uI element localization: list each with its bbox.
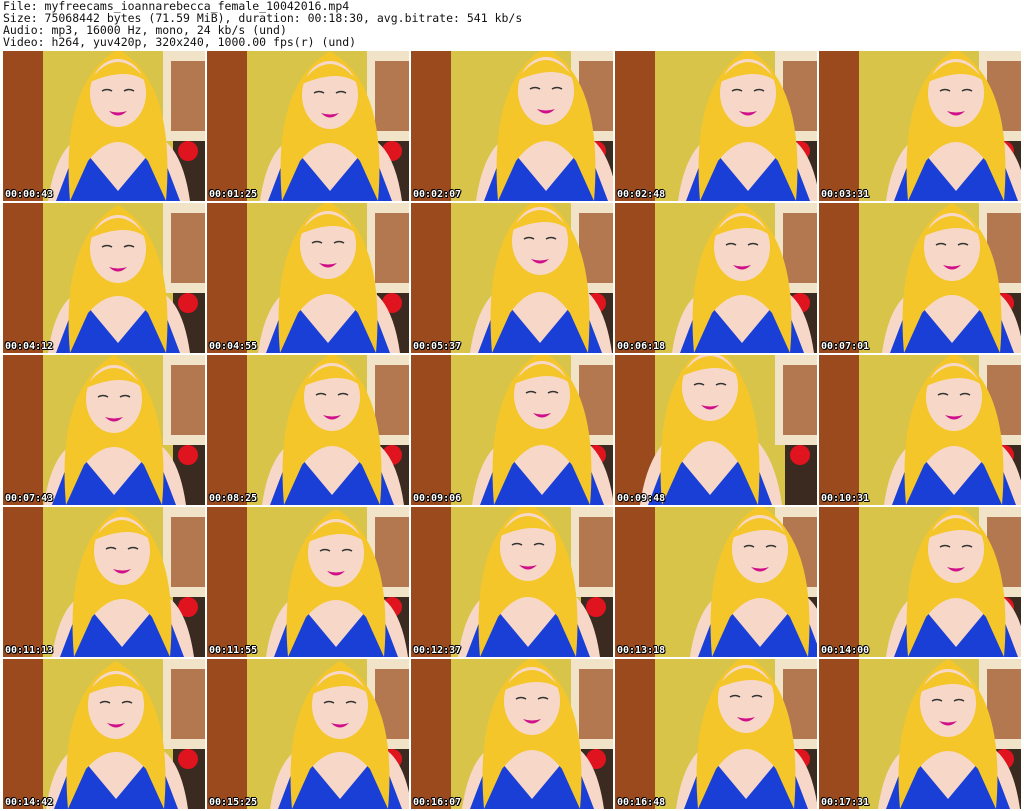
thumbnail-timestamp: 00:10:31 (821, 493, 870, 504)
video-thumbnail: 00:09:06 (411, 355, 613, 505)
thumbnail-timestamp: 00:14:42 (5, 797, 54, 808)
thumbnail-timestamp: 00:02:07 (413, 189, 462, 200)
thumbnail-frame (819, 659, 1021, 809)
video-thumbnail: 00:07:43 (3, 355, 205, 505)
thumbnail-timestamp: 00:17:31 (821, 797, 870, 808)
video-info-line: Video: h264, yuv420p, 320x240, 1000.00 f… (3, 35, 357, 49)
video-thumbnail: 00:03:31 (819, 51, 1021, 201)
thumbnail-timestamp: 00:15:25 (209, 797, 258, 808)
thumbnail-grid: 00:00:43 00:01:25 00:02:07 00:02:48 00:03:31… (3, 51, 1021, 809)
video-thumbnail: 00:14:42 (3, 659, 205, 809)
thumbnail-frame (411, 507, 613, 657)
thumbnail-timestamp: 00:00:43 (5, 189, 54, 200)
video-thumbnail: 00:16:07 (411, 659, 613, 809)
thumbnail-frame (615, 203, 817, 353)
thumbnail-timestamp: 00:07:01 (821, 341, 870, 352)
thumbnail-frame (819, 51, 1021, 201)
thumbnail-frame (411, 51, 613, 201)
thumbnail-frame (411, 659, 613, 809)
thumbnail-frame (615, 659, 817, 809)
thumbnail-timestamp: 00:11:13 (5, 645, 54, 656)
thumbnail-frame (819, 355, 1021, 505)
video-thumbnail: 00:12:37 (411, 507, 613, 657)
thumbnail-timestamp: 00:14:00 (821, 645, 870, 656)
file-info-header: File: myfreecams_ioannarebecca_female_10… (0, 0, 1024, 50)
thumbnail-frame (3, 355, 205, 505)
thumbnail-frame (3, 507, 205, 657)
video-thumbnail: 00:05:37 (411, 203, 613, 353)
thumbnail-frame (3, 659, 205, 809)
video-thumbnail: 00:08:25 (207, 355, 409, 505)
video-thumbnail: 00:04:12 (3, 203, 205, 353)
thumbnail-frame (207, 355, 409, 505)
video-thumbnail: 00:09:48 (615, 355, 817, 505)
thumbnail-timestamp: 00:05:37 (413, 341, 462, 352)
video-thumbnail: 00:11:13 (3, 507, 205, 657)
thumbnail-timestamp: 00:04:55 (209, 341, 258, 352)
video-thumbnail: 00:15:25 (207, 659, 409, 809)
thumbnail-timestamp: 00:09:48 (617, 493, 666, 504)
video-thumbnail: 00:13:18 (615, 507, 817, 657)
thumbnail-frame (411, 203, 613, 353)
video-thumbnail: 00:11:55 (207, 507, 409, 657)
video-thumbnail: 00:00:43 (3, 51, 205, 201)
thumbnail-frame (207, 659, 409, 809)
thumbnail-frame (615, 355, 817, 505)
thumbnail-frame (3, 203, 205, 353)
video-thumbnail: 00:02:48 (615, 51, 817, 201)
thumbnail-timestamp: 00:04:12 (5, 341, 54, 352)
thumbnail-frame (819, 203, 1021, 353)
thumbnail-frame (615, 507, 817, 657)
thumbnail-frame (207, 507, 409, 657)
thumbnail-timestamp: 00:11:55 (209, 645, 258, 656)
thumbnail-frame (819, 507, 1021, 657)
video-thumbnail: 00:10:31 (819, 355, 1021, 505)
thumbnail-timestamp: 00:06:18 (617, 341, 666, 352)
video-thumbnail: 00:17:31 (819, 659, 1021, 809)
thumbnail-frame (207, 51, 409, 201)
thumbnail-frame (3, 51, 205, 201)
thumbnail-timestamp: 00:03:31 (821, 189, 870, 200)
thumbnail-timestamp: 00:13:18 (617, 645, 666, 656)
thumbnail-timestamp: 00:16:48 (617, 797, 666, 808)
video-thumbnail: 00:02:07 (411, 51, 613, 201)
video-thumbnail: 00:16:48 (615, 659, 817, 809)
video-thumbnail: 00:14:00 (819, 507, 1021, 657)
thumbnail-timestamp: 00:16:07 (413, 797, 462, 808)
video-thumbnail: 00:07:01 (819, 203, 1021, 353)
thumbnail-frame (411, 355, 613, 505)
thumbnail-timestamp: 00:09:06 (413, 493, 462, 504)
thumbnail-timestamp: 00:07:43 (5, 493, 54, 504)
thumbnail-timestamp: 00:08:25 (209, 493, 258, 504)
thumbnail-timestamp: 00:12:37 (413, 645, 462, 656)
video-thumbnail: 00:04:55 (207, 203, 409, 353)
video-thumbnail: 00:06:18 (615, 203, 817, 353)
video-thumbnail: 00:01:25 (207, 51, 409, 201)
thumbnail-frame (207, 203, 409, 353)
thumbnail-frame (615, 51, 817, 201)
thumbnail-timestamp: 00:01:25 (209, 189, 258, 200)
thumbnail-timestamp: 00:02:48 (617, 189, 666, 200)
